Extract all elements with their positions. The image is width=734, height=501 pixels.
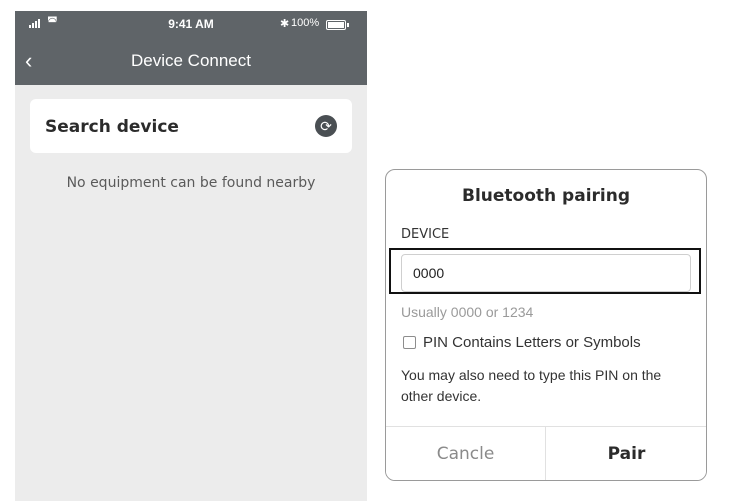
page-title: Device Connect bbox=[130, 51, 251, 70]
cancel-button[interactable]: Cancle bbox=[386, 427, 546, 480]
pin-hint: Usually 0000 or 1234 bbox=[401, 304, 534, 320]
pair-button[interactable]: Pair bbox=[547, 427, 706, 480]
top-bar: ◚ 9:41 AM ✱ 100% ‹ Device Connect bbox=[15, 11, 367, 85]
dialog-title: Bluetooth pairing bbox=[462, 186, 630, 206]
device-label: DEVICE bbox=[401, 227, 450, 242]
search-device-label: Search device bbox=[45, 117, 179, 137]
battery-percent: 100% bbox=[291, 17, 320, 29]
refresh-icon[interactable]: ⟳ bbox=[315, 115, 337, 137]
battery-icon bbox=[326, 20, 349, 30]
dialog-button-row: Cancle Pair bbox=[386, 426, 706, 480]
pin-letters-checkbox[interactable] bbox=[403, 336, 416, 349]
pin-letters-label: PIN Contains Letters or Symbols bbox=[423, 334, 641, 351]
empty-state-message: No equipment can be found nearby bbox=[66, 175, 316, 191]
status-bar: ◚ 9:41 AM ✱ 100% bbox=[15, 11, 367, 37]
pin-input[interactable] bbox=[401, 254, 691, 292]
pin-note: You may also need to type this PIN on th… bbox=[401, 367, 662, 404]
phone-screen: ◚ 9:41 AM ✱ 100% ‹ Device Connect Search… bbox=[15, 11, 367, 501]
bluetooth-icon: ✱ bbox=[280, 18, 290, 30]
bluetooth-pairing-dialog: Bluetooth pairing DEVICE Usually 0000 or… bbox=[385, 169, 707, 481]
search-device-button[interactable]: Search device ⟳ bbox=[30, 99, 352, 153]
